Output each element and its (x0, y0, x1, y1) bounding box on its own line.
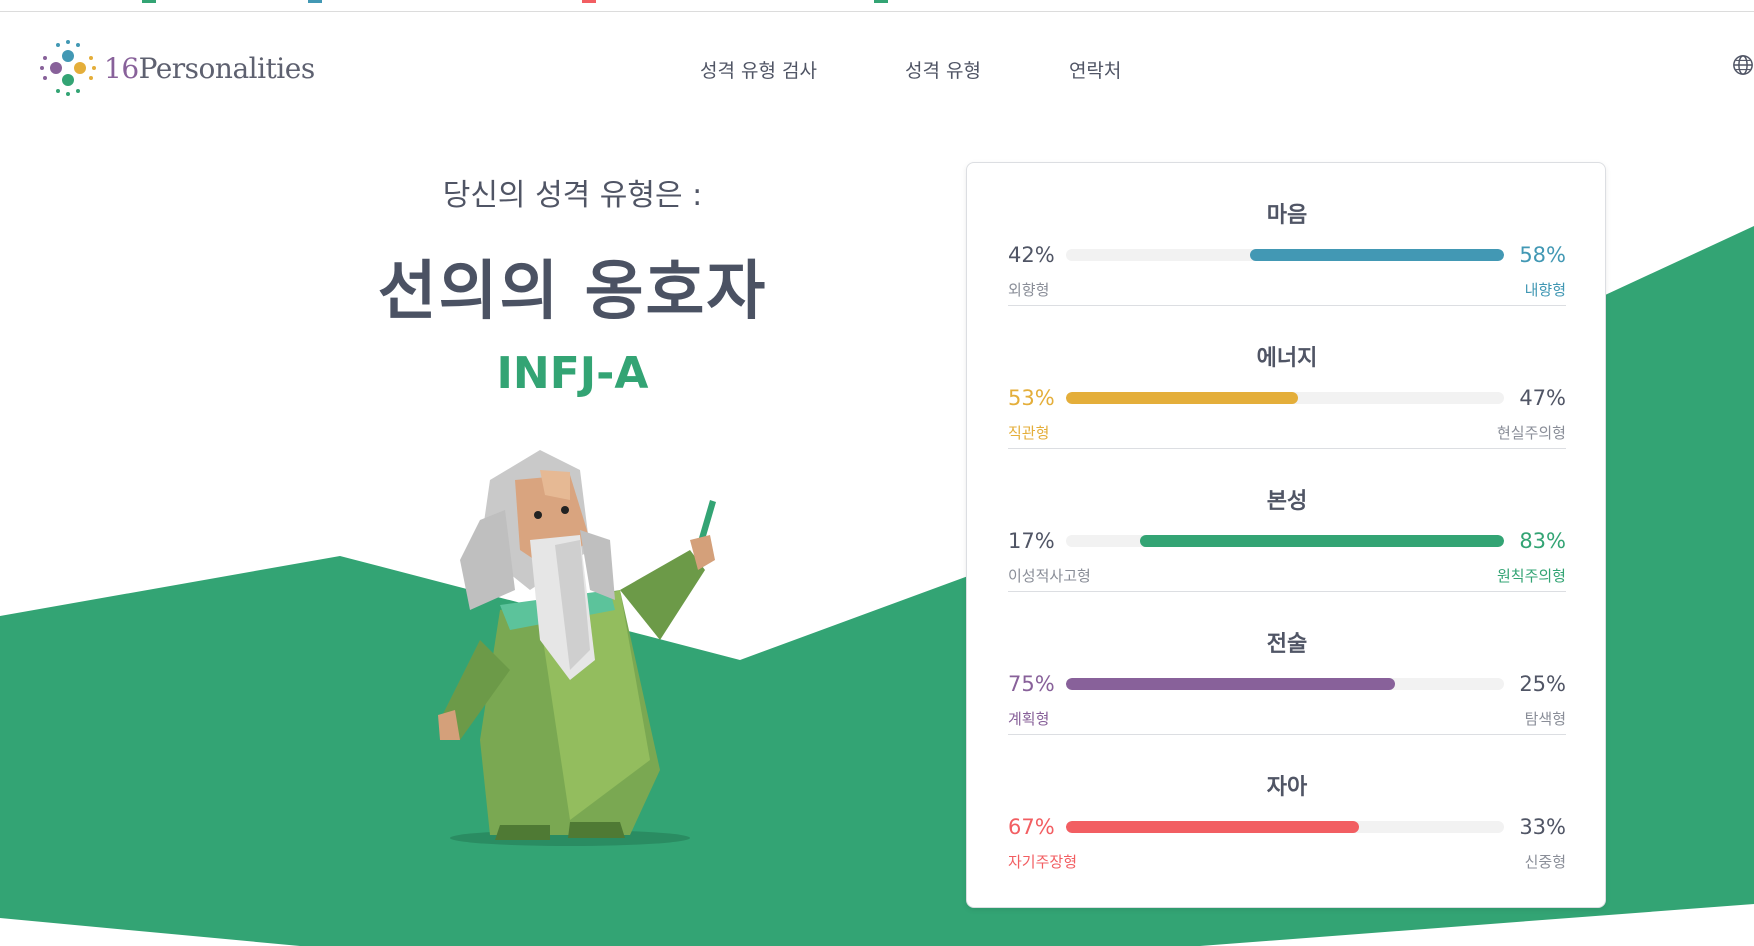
trait-right-percent: 25% (1519, 672, 1566, 696)
trait-bar-fill (1249, 249, 1504, 261)
logo-dots-icon (40, 40, 96, 96)
trait-nature: 본성 17% 83% 이성적사고형 원칙주의형 (1008, 449, 1566, 592)
trait-right-label: 탐색형 (1524, 710, 1566, 728)
trait-bar-fill (1066, 392, 1299, 404)
trait-left-label: 외향형 (1008, 281, 1050, 299)
trait-right-label: 원칙주의형 (1496, 567, 1566, 585)
trait-bar (1066, 678, 1504, 690)
main-nav: 성격 유형 검사 성격 유형 연락처 (700, 56, 1209, 83)
trait-left-label: 이성적사고형 (1008, 567, 1091, 585)
trait-bar-fill (1066, 821, 1360, 833)
result-hero: 당신의 성격 유형은 : 선의의 옹호자 INFJ-A (310, 160, 835, 399)
trait-bar (1066, 392, 1504, 404)
trait-energy: 에너지 53% 47% 직관형 현실주의형 (1008, 306, 1566, 449)
trait-right-percent: 83% (1519, 529, 1566, 553)
globe-icon[interactable] (1732, 54, 1754, 76)
trait-left-percent: 75% (1008, 672, 1055, 696)
trait-bar-fill (1140, 535, 1504, 547)
trait-right-percent: 47% (1519, 386, 1566, 410)
nav-personality-types[interactable]: 성격 유형 (905, 56, 981, 83)
advocate-character-illustration (438, 450, 716, 846)
site-header: 16Personalities 성격 유형 검사 성격 유형 연락처 (0, 12, 1754, 122)
trait-left-label: 자기주장형 (1008, 853, 1078, 871)
trait-left-percent: 17% (1008, 529, 1055, 553)
trait-title: 자아 (1266, 775, 1308, 800)
type-code: INFJ-A (496, 348, 649, 399)
trait-title: 본성 (1266, 489, 1308, 514)
trait-title: 에너지 (1256, 346, 1318, 371)
traits-card: 마음 42% 58% 외향형 내향형 에너지 53% 47% 직관형 현실주의형… (966, 162, 1606, 908)
logo-text: 16Personalities (104, 52, 315, 85)
trait-left-label: 계획형 (1008, 710, 1050, 728)
trait-left-percent: 67% (1008, 815, 1055, 839)
trait-left-percent: 53% (1008, 386, 1055, 410)
trait-identity: 자아 67% 33% 자기주장형 신중형 (1008, 735, 1566, 878)
trait-bar (1066, 821, 1504, 833)
logo-word: Personalities (138, 51, 316, 85)
trait-bar (1066, 535, 1504, 547)
trait-left-label: 직관형 (1008, 424, 1050, 442)
nav-personality-test[interactable]: 성격 유형 검사 (700, 56, 817, 83)
trait-left-percent: 42% (1008, 243, 1055, 267)
nav-contact[interactable]: 연락처 (1069, 56, 1121, 83)
trait-bar-fill (1066, 678, 1395, 690)
trait-title: 마음 (1266, 203, 1308, 228)
site-logo[interactable]: 16Personalities (38, 38, 315, 98)
trait-tactics: 전술 75% 25% 계획형 탐색형 (1008, 592, 1566, 735)
trait-title: 전술 (1266, 632, 1308, 657)
trait-right-percent: 58% (1519, 243, 1566, 267)
logo-number: 16 (104, 51, 139, 85)
trait-right-label: 내향형 (1524, 281, 1566, 299)
trait-mind: 마음 42% 58% 외향형 내향형 (1008, 163, 1566, 306)
type-name: 선의의 옹호자 (377, 255, 768, 329)
trait-right-percent: 33% (1519, 815, 1566, 839)
trait-right-label: 신중형 (1524, 853, 1566, 871)
trait-bar (1066, 249, 1504, 261)
trait-right-label: 현실주의형 (1496, 424, 1566, 442)
result-intro: 당신의 성격 유형은 : (442, 178, 703, 213)
